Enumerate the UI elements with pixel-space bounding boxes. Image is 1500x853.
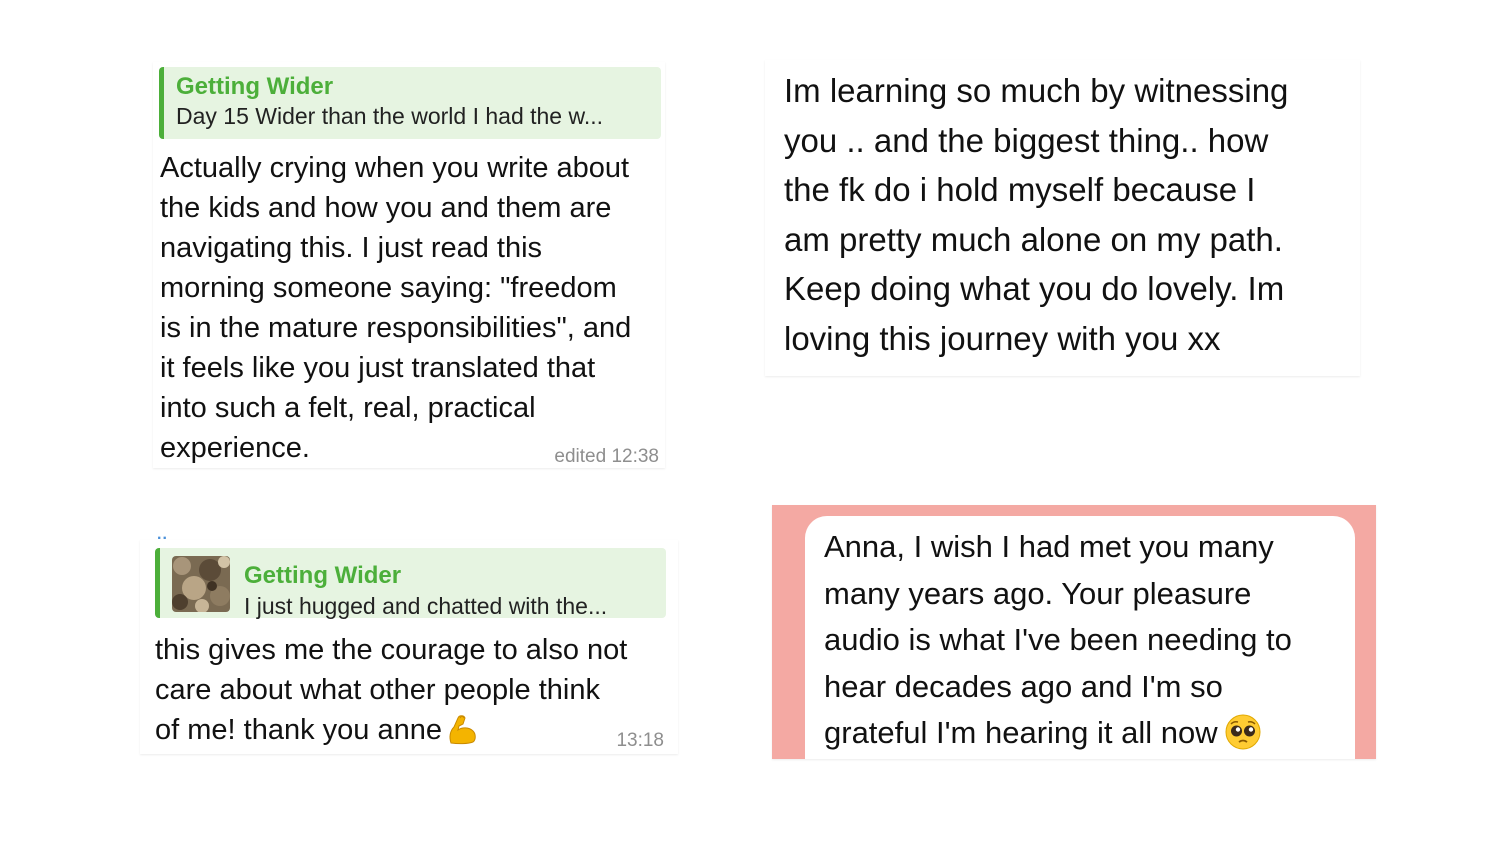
- message-line: grateful I'm hearing it all now: [824, 710, 1292, 757]
- message-card-1: Getting Wider Day 15 Wider than the worl…: [153, 62, 665, 492]
- message-line: care about what other people think: [155, 674, 600, 706]
- message-line: Keep doing what you do lovely. Im: [784, 270, 1285, 307]
- message-line-text: of me! thank you anne: [155, 714, 442, 746]
- message-card-3: Getting Wider I just hugged and chatted …: [140, 540, 678, 778]
- message-text: this gives me the courage to also not ca…: [155, 630, 627, 750]
- message-timestamp: edited 12:38: [554, 446, 659, 467]
- message-line: navigating this. I just read this: [160, 232, 543, 264]
- message-line: am pretty much alone on my path.: [784, 220, 1283, 258]
- reply-preview[interactable]: Getting Wider I just hugged and chatted …: [155, 548, 666, 619]
- message-line: you .. and the biggest thing.. how: [784, 121, 1269, 159]
- message-card-2: Im learning so much by witnessing you ..…: [765, 60, 1360, 400]
- message-text: Anna, I wish I had met you many many yea…: [824, 524, 1292, 757]
- message-bubble: Anna, I wish I had met you many many yea…: [805, 516, 1355, 759]
- message-line: Anna, I wish I had met you many: [824, 529, 1274, 564]
- message-line: of me! thank you anne: [155, 710, 627, 750]
- message-line: it feels like you just translated that: [160, 352, 596, 384]
- message-text: Im learning so much by witnessing you ..…: [784, 66, 1288, 363]
- message-line: many years ago. Your pleasure: [824, 575, 1252, 611]
- message-line: the fk do i hold myself because I: [784, 171, 1256, 208]
- message-line-text: grateful I'm hearing it all now: [824, 715, 1218, 750]
- photo-thumbnail-icon: [172, 556, 230, 612]
- reply-title: Getting Wider: [176, 73, 334, 100]
- message-line: loving this journey with you xx: [784, 319, 1221, 357]
- message-text: Actually crying when you write about the…: [160, 148, 631, 468]
- message-line: the kids and how you and them are: [160, 192, 612, 224]
- pleading-face-icon: [1224, 713, 1262, 751]
- message-line: audio is what I've been needing to: [824, 622, 1292, 657]
- message-line: morning someone saying: "freedom: [160, 272, 617, 304]
- message-timestamp: 13:18: [616, 730, 664, 751]
- reply-title: Getting Wider: [244, 562, 402, 589]
- message-card-4: Anna, I wish I had met you many many yea…: [772, 505, 1376, 783]
- message-line: Im learning so much by witnessing: [784, 72, 1289, 109]
- read-marker: ..: [157, 526, 168, 543]
- message-line: Actually crying when you write about: [160, 152, 630, 184]
- flexed-biceps-icon: [446, 713, 478, 745]
- message-line: into such a felt, real, practical: [160, 392, 536, 424]
- message-line: is in the mature responsibilities", and: [160, 312, 632, 344]
- reply-text: Day 15 Wider than the world I had the w.…: [176, 103, 604, 129]
- message-line: hear decades ago and I'm so: [824, 668, 1223, 704]
- message-line: this gives me the courage to also not: [155, 634, 628, 666]
- reply-preview[interactable]: Getting Wider Day 15 Wider than the worl…: [159, 67, 661, 139]
- reply-text: I just hugged and chatted with the...: [244, 593, 608, 619]
